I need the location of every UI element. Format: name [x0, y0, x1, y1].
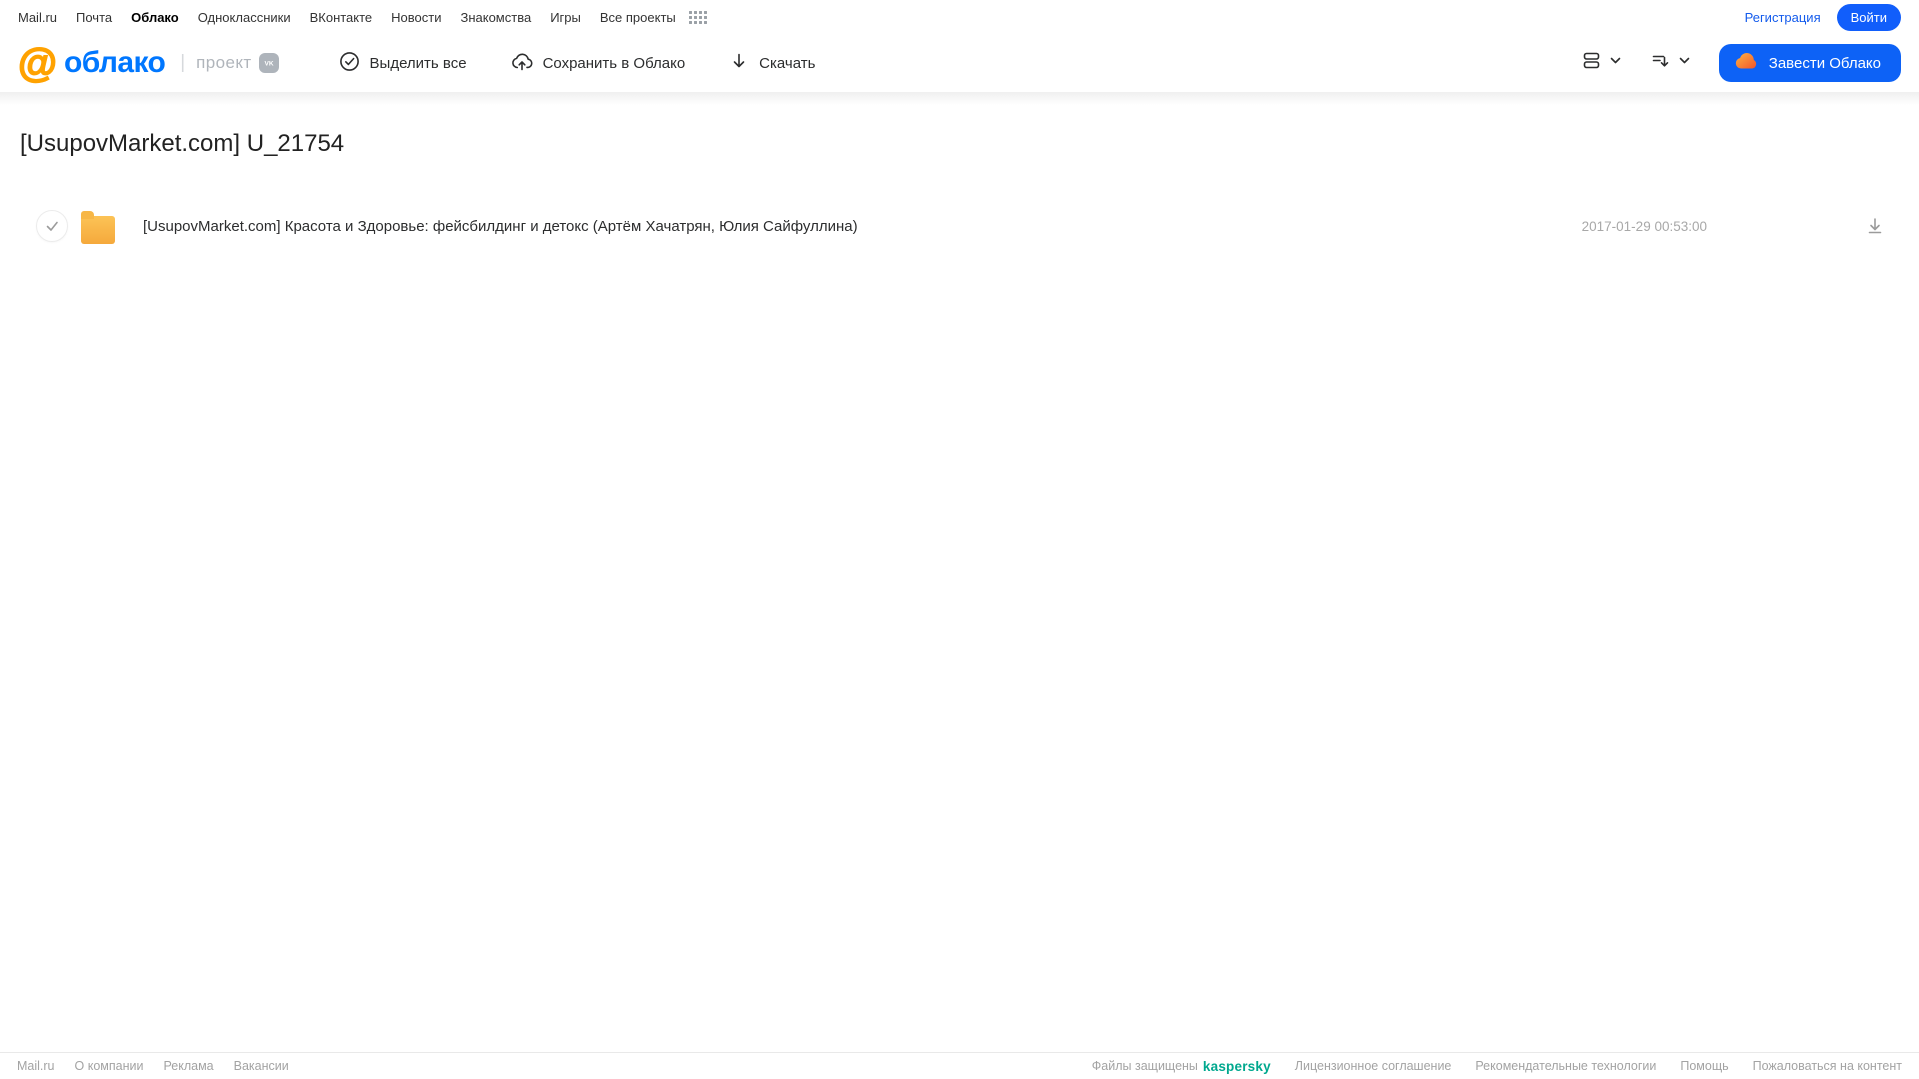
- footer-link-about[interactable]: О компании: [75, 1059, 144, 1073]
- nav-link-vkontakte[interactable]: ВКонтакте: [310, 10, 373, 25]
- kaspersky-logo: kaspersky: [1202, 1058, 1271, 1074]
- top-nav-bar: Mail.ru Почта Облако Одноклассники ВКонт…: [0, 0, 1919, 34]
- file-name-link[interactable]: [UsupovMarket.com] Красота и Здоровье: ф…: [143, 218, 858, 235]
- portal-links: Mail.ru Почта Облако Одноклассники ВКонт…: [18, 10, 707, 25]
- page-title: [UsupovMarket.com] U_21754: [20, 130, 345, 157]
- file-toolbar: Выделить все Сохранить в Облако Скачать: [339, 51, 815, 76]
- folder-icon: [81, 210, 115, 244]
- footer-link-report[interactable]: Пожаловаться на контент: [1753, 1059, 1902, 1073]
- page-footer: Mail.ru О компании Реклама Вакансии Файл…: [0, 1052, 1919, 1079]
- footer-link-mailru[interactable]: Mail.ru: [17, 1059, 55, 1073]
- download-underline-icon: [1865, 218, 1885, 239]
- cloud-blob-icon: [1734, 51, 1759, 75]
- chevron-down-icon: [1678, 54, 1691, 72]
- chevron-down-icon: [1609, 54, 1622, 72]
- file-list-row[interactable]: [UsupovMarket.com] Красота и Здоровье: ф…: [0, 205, 1919, 247]
- nav-link-igry[interactable]: Игры: [550, 10, 581, 25]
- sort-icon: [1650, 50, 1671, 76]
- mailru-at-icon: @: [17, 41, 58, 85]
- nav-link-novosti[interactable]: Новости: [391, 10, 441, 25]
- create-cloud-label: Завести Облако: [1768, 54, 1881, 72]
- cloud-upload-icon: [511, 51, 533, 76]
- nav-link-oblako[interactable]: Облако: [131, 10, 179, 25]
- cloud-logo[interactable]: @ облако | проект VK: [17, 41, 279, 85]
- check-circle-icon: [339, 51, 360, 76]
- registration-link[interactable]: Регистрация: [1745, 10, 1821, 25]
- row-download-button[interactable]: [1865, 216, 1885, 236]
- all-projects-grid-icon[interactable]: [688, 10, 707, 24]
- logo-brand-text: облако: [64, 46, 166, 79]
- sort-selector[interactable]: [1650, 50, 1691, 76]
- row-checkbox[interactable]: [36, 210, 68, 242]
- save-to-cloud-label: Сохранить в Облако: [542, 54, 686, 72]
- nav-link-all-projects[interactable]: Все проекты: [600, 10, 676, 25]
- file-date: 2017-01-29 00:53:00: [1581, 218, 1707, 234]
- nav-link-odnoklassniki[interactable]: Одноклассники: [198, 10, 291, 25]
- footer-link-ads[interactable]: Реклама: [163, 1059, 213, 1073]
- header-controls: Завести Облако: [1581, 44, 1901, 82]
- nav-link-znakomstva[interactable]: Знакомства: [460, 10, 531, 25]
- auth-area: Регистрация Войти: [1745, 3, 1901, 31]
- select-all-label: Выделить все: [369, 54, 467, 72]
- download-arrow-icon: [729, 51, 749, 75]
- app-header: @ облако | проект VK Выделить все Сохран…: [0, 34, 1919, 105]
- save-to-cloud-button[interactable]: Сохранить в Облако: [511, 51, 686, 76]
- login-button[interactable]: Войти: [1836, 3, 1901, 31]
- download-button[interactable]: Скачать: [729, 51, 815, 75]
- footer-link-recommendations[interactable]: Рекомендательные технологии: [1475, 1059, 1656, 1073]
- create-cloud-button[interactable]: Завести Облако: [1718, 44, 1901, 82]
- nav-link-mailru[interactable]: Mail.ru: [18, 10, 57, 25]
- nav-link-pochta[interactable]: Почта: [76, 10, 112, 25]
- project-label: проект: [196, 53, 252, 72]
- footer-link-help[interactable]: Помощь: [1680, 1059, 1728, 1073]
- footer-link-license[interactable]: Лицензионное соглашение: [1295, 1059, 1452, 1073]
- view-mode-selector[interactable]: [1581, 50, 1622, 76]
- svg-text:VK: VK: [264, 61, 273, 68]
- vk-badge-icon: VK: [258, 53, 279, 73]
- main-content: [UsupovMarket.com] U_21754 [UsupovMarket…: [0, 130, 1919, 247]
- footer-link-jobs[interactable]: Вакансии: [234, 1059, 289, 1073]
- footer-right-links: Файлы защищены kaspersky Лицензионное со…: [1068, 1059, 1902, 1074]
- kaspersky-protection: Файлы защищены kaspersky: [1092, 1059, 1271, 1074]
- logo-divider: |: [180, 52, 186, 73]
- list-view-icon: [1581, 50, 1602, 76]
- select-all-button[interactable]: Выделить все: [339, 51, 467, 76]
- protected-text: Файлы защищены: [1091, 1059, 1198, 1073]
- download-label: Скачать: [759, 54, 816, 72]
